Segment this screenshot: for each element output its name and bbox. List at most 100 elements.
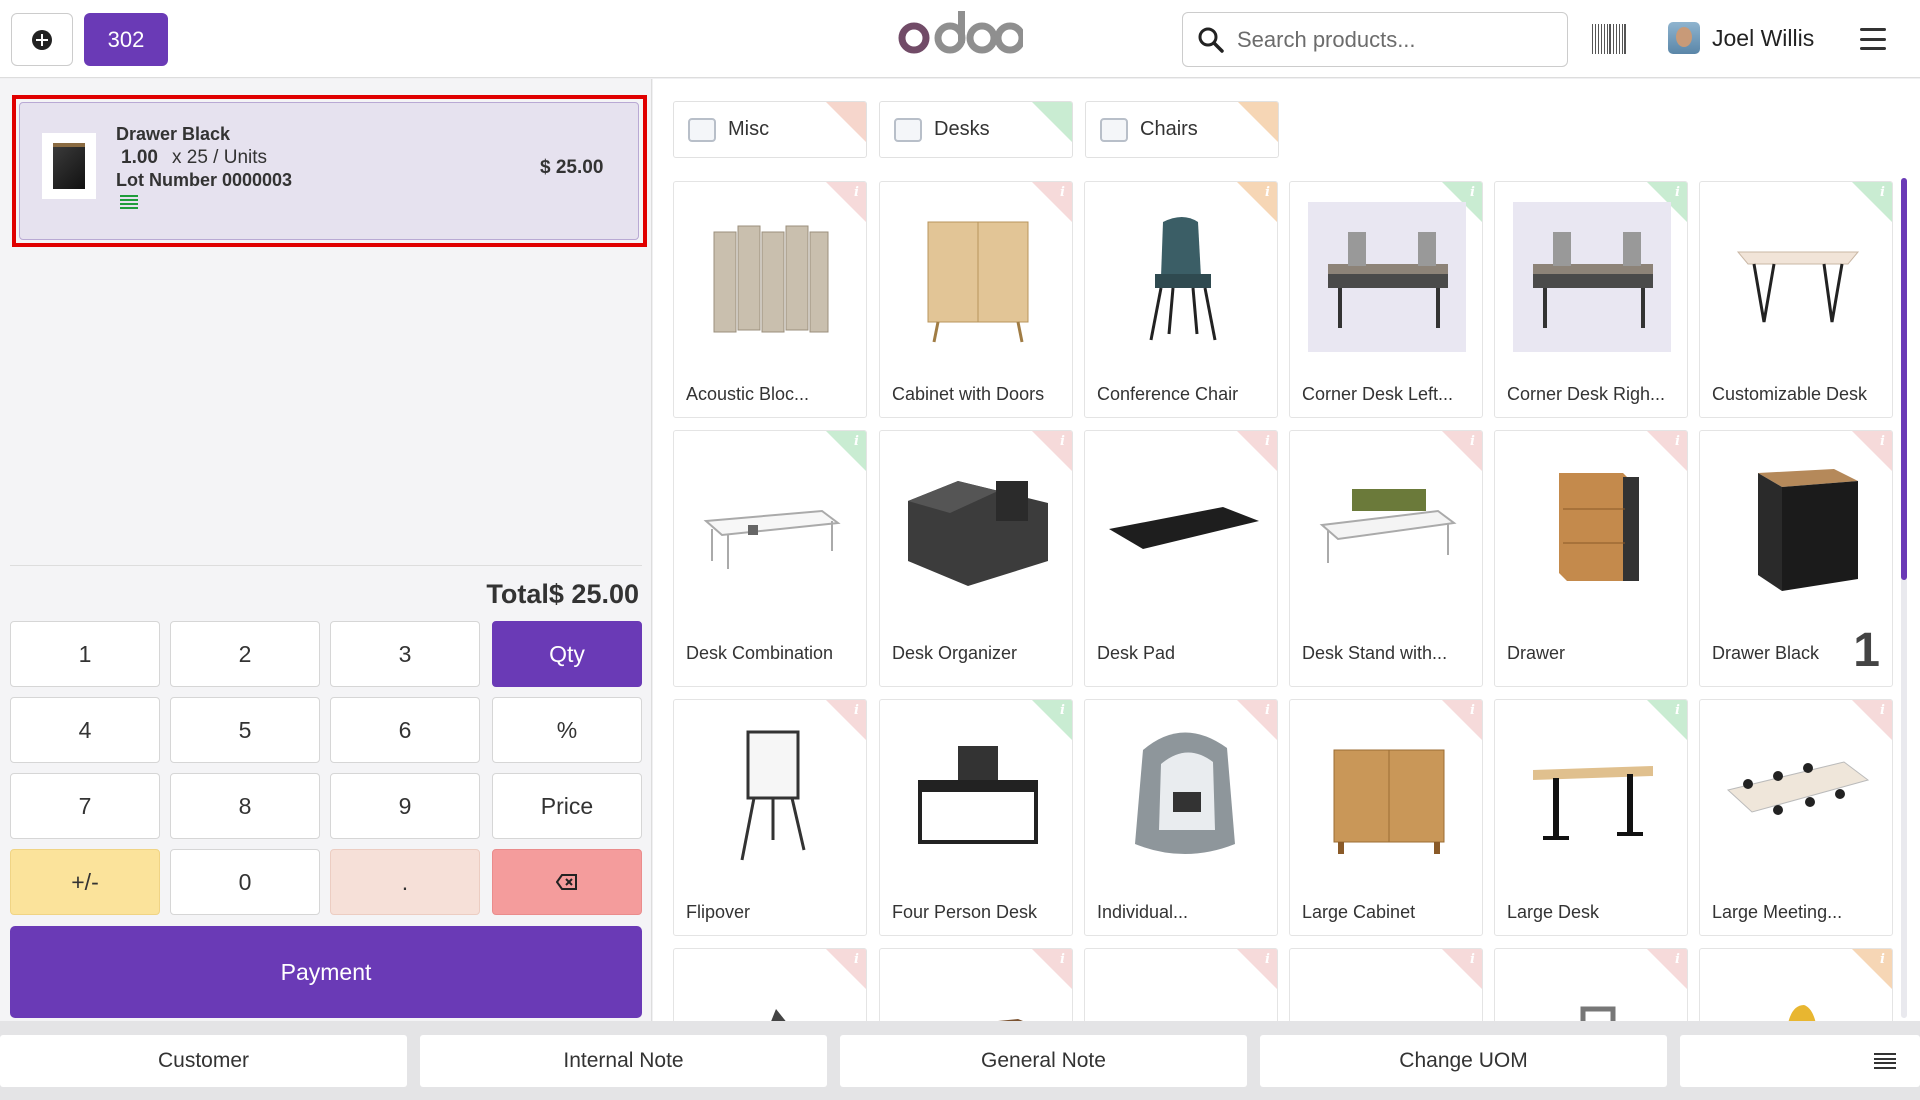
product-card[interactable]: i: [1494, 948, 1688, 1021]
numpad-key-7[interactable]: 7: [10, 773, 160, 839]
category-label: Misc: [728, 118, 770, 140]
info-icon[interactable]: i: [854, 434, 859, 449]
search-input[interactable]: [1237, 26, 1547, 53]
product-card[interactable]: i Flipover: [673, 699, 867, 936]
product-card[interactable]: i Desk Stand with...: [1289, 430, 1483, 687]
info-icon[interactable]: i: [1675, 952, 1680, 967]
numpad-key-6[interactable]: 6: [330, 697, 480, 763]
product-card[interactable]: i: [1699, 948, 1893, 1021]
product-card[interactable]: i Individual...: [1084, 699, 1278, 936]
product-name: Large Desk: [1507, 902, 1600, 922]
numpad-key-8[interactable]: 8: [170, 773, 320, 839]
numpad-discount-mode[interactable]: %: [492, 697, 642, 763]
product-image: [1308, 202, 1466, 352]
product-card[interactable]: i: [673, 948, 867, 1021]
change-uom-button[interactable]: Change UOM: [1260, 1035, 1667, 1087]
product-card[interactable]: i Cabinet with Doors: [879, 181, 1073, 418]
numpad-key-3[interactable]: 3: [330, 621, 480, 687]
product-card[interactable]: i Large Desk: [1494, 699, 1688, 936]
product-image: [908, 481, 1048, 586]
info-icon[interactable]: i: [1470, 185, 1475, 200]
info-icon[interactable]: i: [1470, 952, 1475, 967]
payment-button[interactable]: Payment: [10, 926, 642, 1018]
user-menu[interactable]: Joel Willis: [1668, 22, 1814, 54]
info-icon[interactable]: i: [1880, 185, 1885, 200]
info-icon[interactable]: i: [1060, 952, 1065, 967]
product-quantity-badge: 1: [1853, 624, 1880, 677]
orderline[interactable]: Drawer Black 1.00 x 25 / Units Lot Number…: [19, 102, 639, 240]
product-card[interactable]: i Conference Chair: [1084, 181, 1278, 418]
product-card[interactable]: i Drawer Black 1: [1699, 430, 1893, 687]
more-actions-button[interactable]: [1680, 1035, 1920, 1087]
product-image: [1559, 473, 1639, 581]
product-image: [927, 221, 1029, 343]
info-icon[interactable]: i: [1675, 434, 1680, 449]
category-label: Chairs: [1140, 118, 1198, 140]
summary-divider: [10, 565, 642, 566]
info-icon[interactable]: i: [1265, 434, 1270, 449]
info-icon[interactable]: i: [854, 703, 859, 718]
product-card[interactable]: i Acoustic Bloc...: [673, 181, 867, 418]
numpad-key-5[interactable]: 5: [170, 697, 320, 763]
barcode-icon[interactable]: [1592, 24, 1627, 54]
product-card[interactable]: i Corner Desk Left...: [1289, 181, 1483, 418]
orderline-lot-number: Lot Number 0000003: [116, 170, 293, 190]
info-icon[interactable]: i: [1470, 703, 1475, 718]
product-card[interactable]: i: [1084, 948, 1278, 1021]
product-image: [1513, 202, 1671, 352]
product-card[interactable]: i Large Cabinet: [1289, 699, 1483, 936]
product-image: [771, 1009, 786, 1021]
numpad-price-mode[interactable]: Price: [492, 773, 642, 839]
numpad-key-4[interactable]: 4: [10, 697, 160, 763]
product-card[interactable]: i Desk Combination: [673, 430, 867, 687]
info-icon[interactable]: i: [1880, 703, 1885, 718]
general-note-button[interactable]: General Note: [840, 1035, 1247, 1087]
info-icon[interactable]: i: [1675, 703, 1680, 718]
product-card[interactable]: i: [1289, 948, 1483, 1021]
info-icon[interactable]: i: [1060, 185, 1065, 200]
lot-list-icon[interactable]: [120, 195, 138, 209]
numpad-key-0[interactable]: 0: [170, 849, 320, 915]
category-misc[interactable]: Misc: [673, 101, 867, 158]
numpad-decimal[interactable]: .: [330, 849, 480, 915]
product-info-corner[interactable]: [1442, 949, 1482, 989]
product-search[interactable]: [1182, 12, 1568, 67]
info-icon[interactable]: i: [854, 952, 859, 967]
product-card[interactable]: i Customizable Desk: [1699, 181, 1893, 418]
product-card[interactable]: i Desk Organizer: [879, 430, 1073, 687]
product-card[interactable]: i Drawer: [1494, 430, 1688, 687]
info-icon[interactable]: i: [1880, 434, 1885, 449]
numpad-key-9[interactable]: 9: [330, 773, 480, 839]
category-desks[interactable]: Desks: [879, 101, 1073, 158]
product-card[interactable]: i Four Person Desk: [879, 699, 1073, 936]
new-order-button[interactable]: [11, 13, 73, 66]
order-number-button[interactable]: 302: [84, 13, 168, 66]
numpad-backspace[interactable]: [492, 849, 642, 915]
numpad-sign-toggle[interactable]: +/-: [10, 849, 160, 915]
product-card[interactable]: i Corner Desk Righ...: [1494, 181, 1688, 418]
info-icon[interactable]: i: [1265, 703, 1270, 718]
customer-button[interactable]: Customer: [0, 1035, 407, 1087]
menu-icon[interactable]: [1860, 28, 1886, 50]
product-card[interactable]: i Large Meeting...: [1699, 699, 1893, 936]
info-icon[interactable]: i: [1880, 952, 1885, 967]
info-icon[interactable]: i: [1470, 434, 1475, 449]
numpad-key-2[interactable]: 2: [170, 621, 320, 687]
info-icon[interactable]: i: [1060, 703, 1065, 718]
product-card[interactable]: i Desk Pad: [1084, 430, 1278, 687]
product-name: Large Meeting...: [1712, 902, 1843, 922]
orderline-quantity: 1.00 x 25 / Units: [121, 147, 267, 169]
info-icon[interactable]: i: [1265, 952, 1270, 967]
category-chairs[interactable]: Chairs: [1085, 101, 1279, 158]
info-icon[interactable]: i: [1265, 185, 1270, 200]
internal-note-button[interactable]: Internal Note: [420, 1035, 827, 1087]
orderline-unit-price: x 25 / Units: [171, 147, 268, 168]
product-card[interactable]: i: [879, 948, 1073, 1021]
info-icon[interactable]: i: [1060, 434, 1065, 449]
product-scrollbar-thumb[interactable]: [1901, 178, 1907, 580]
numpad-qty-mode[interactable]: Qty: [492, 621, 642, 687]
numpad-key-1[interactable]: 1: [10, 621, 160, 687]
info-icon[interactable]: i: [1675, 185, 1680, 200]
product-image: [1103, 969, 1261, 1021]
info-icon[interactable]: i: [854, 185, 859, 200]
